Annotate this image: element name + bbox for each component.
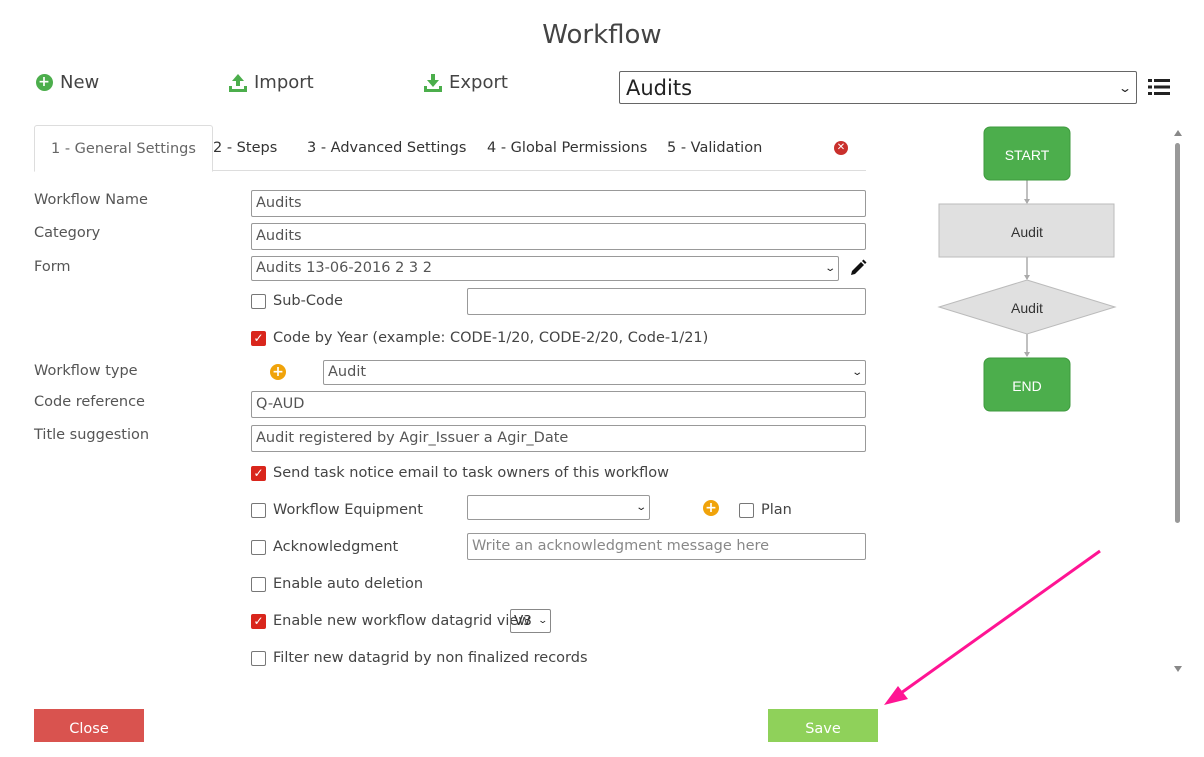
flow-decision-label: Audit	[1011, 300, 1043, 316]
sub-code-label: Sub-Code	[273, 293, 343, 309]
acknowledgment-checkbox[interactable]	[251, 539, 266, 555]
workflow-equipment-label: Workflow Equipment	[273, 502, 423, 518]
filter-datagrid-checkbox-row[interactable]: Filter new datagrid by non finalized rec…	[251, 650, 588, 666]
plan-checkbox[interactable]	[739, 502, 754, 518]
upload-icon	[228, 73, 248, 93]
auto-deletion-checkbox[interactable]	[251, 576, 266, 592]
pencil-icon[interactable]	[849, 259, 867, 277]
tab-global-permissions[interactable]: 4 - Global Permissions	[487, 125, 647, 171]
flow-start-node[interactable]: START	[983, 126, 1071, 181]
tab-steps[interactable]: 2 - Steps	[213, 125, 277, 171]
plan-checkbox-row[interactable]: Plan	[739, 502, 792, 518]
new-button[interactable]: + New	[34, 72, 99, 93]
workflow-diagram: START Audit Audit END	[937, 126, 1117, 412]
acknowledgment-checkbox-row[interactable]: Acknowledgment	[251, 539, 398, 555]
workflow-equipment-checkbox[interactable]	[251, 502, 266, 518]
new-button-label: New	[60, 72, 100, 93]
annotation-arrow-icon	[884, 549, 1101, 705]
workflow-type-label: Workflow type	[34, 363, 138, 379]
workflow-type-value: Audit	[328, 364, 367, 380]
sub-code-input[interactable]	[467, 288, 866, 315]
workflow-type-select[interactable]: Audit ⌄	[323, 360, 866, 385]
workflow-name-input[interactable]: Audits	[251, 190, 866, 217]
list-icon[interactable]	[1148, 77, 1170, 97]
page-title: Workflow	[542, 20, 662, 50]
chevron-down-icon: ⌄	[850, 367, 863, 378]
workflow-name-label: Workflow Name	[34, 192, 148, 208]
export-button-label: Export	[449, 72, 508, 93]
workflow-equipment-select[interactable]: ⌄	[467, 495, 650, 520]
flow-step-node[interactable]: Audit	[938, 203, 1115, 258]
send-notice-checkbox[interactable]: ✓	[251, 465, 266, 481]
datagrid-view-checkbox[interactable]: ✓	[251, 613, 266, 629]
workflow-equipment-checkbox-row[interactable]: Workflow Equipment	[251, 502, 423, 518]
flow-end-label: END	[1012, 378, 1042, 394]
close-button[interactable]: Close	[34, 709, 144, 742]
chevron-down-icon: ⌄	[823, 263, 836, 274]
category-input[interactable]: Audits	[251, 223, 866, 250]
auto-deletion-checkbox-row[interactable]: Enable auto deletion	[251, 576, 423, 592]
datagrid-view-checkbox-row[interactable]: ✓ Enable new workflow datagrid view	[251, 613, 530, 629]
chevron-down-icon: ⌄	[634, 502, 647, 513]
datagrid-version-value: V3	[514, 613, 532, 629]
send-notice-checkbox-row[interactable]: ✓ Send task notice email to task owners …	[251, 465, 669, 481]
workflow-select[interactable]: Audits ⌄	[619, 71, 1137, 104]
chevron-down-icon: ⌄	[1117, 80, 1133, 95]
plus-circle-icon: +	[34, 73, 54, 93]
sub-code-checkbox[interactable]	[251, 293, 266, 309]
settings-tabs: 1 - General Settings 2 - Steps 3 - Advan…	[34, 125, 866, 172]
scrollbar[interactable]	[1172, 128, 1184, 674]
code-by-year-checkbox-row[interactable]: ✓ Code by Year (example: CODE-1/20, CODE…	[251, 330, 708, 346]
code-by-year-checkbox[interactable]: ✓	[251, 330, 266, 346]
import-button-label: Import	[254, 72, 314, 93]
flow-start-label: START	[1005, 147, 1050, 163]
datagrid-version-select[interactable]: V3 ⌄	[510, 609, 551, 633]
flow-step-label: Audit	[1011, 224, 1043, 240]
sub-code-checkbox-row[interactable]: Sub-Code	[251, 293, 343, 309]
tab-general-settings[interactable]: 1 - General Settings	[34, 125, 213, 172]
save-button[interactable]: Save	[768, 709, 878, 742]
filter-datagrid-checkbox[interactable]	[251, 650, 266, 666]
chevron-down-icon: ⌄	[537, 616, 549, 626]
code-reference-label: Code reference	[34, 394, 145, 410]
title-suggestion-label: Title suggestion	[34, 427, 150, 443]
flow-decision-node[interactable]: Audit	[937, 279, 1117, 335]
title-suggestion-input[interactable]: Audit registered by Agir_Issuer a Agir_D…	[251, 425, 866, 452]
import-button[interactable]: Import	[228, 72, 314, 93]
filter-datagrid-label: Filter new datagrid by non finalized rec…	[273, 650, 588, 666]
form-label: Form	[34, 259, 71, 275]
auto-deletion-label: Enable auto deletion	[273, 576, 424, 592]
workflow-select-value: Audits	[626, 75, 693, 100]
category-label: Category	[34, 225, 101, 241]
tab-validation[interactable]: 5 - Validation	[667, 125, 762, 171]
plan-label: Plan	[761, 502, 792, 518]
code-reference-input[interactable]: Q-AUD	[251, 391, 866, 418]
code-by-year-label: Code by Year (example: CODE-1/20, CODE-2…	[273, 330, 709, 346]
datagrid-view-label: Enable new workflow datagrid view	[273, 613, 531, 629]
send-notice-label: Send task notice email to task owners of…	[273, 465, 670, 481]
download-icon	[423, 73, 443, 93]
form-select-value: Audits 13-06-2016 2 3 2	[256, 260, 432, 276]
add-workflow-type-icon[interactable]: +	[270, 364, 286, 380]
acknowledgment-label: Acknowledgment	[273, 539, 399, 555]
acknowledgment-input[interactable]: Write an acknowledgment message here	[467, 533, 866, 560]
close-circle-icon[interactable]: ✕	[834, 141, 848, 155]
flow-end-node[interactable]: END	[983, 357, 1071, 412]
form-select[interactable]: Audits 13-06-2016 2 3 2 ⌄	[251, 256, 839, 281]
add-equipment-icon[interactable]: +	[703, 500, 719, 516]
tab-advanced-settings[interactable]: 3 - Advanced Settings	[307, 125, 466, 171]
export-button[interactable]: Export	[423, 72, 508, 93]
